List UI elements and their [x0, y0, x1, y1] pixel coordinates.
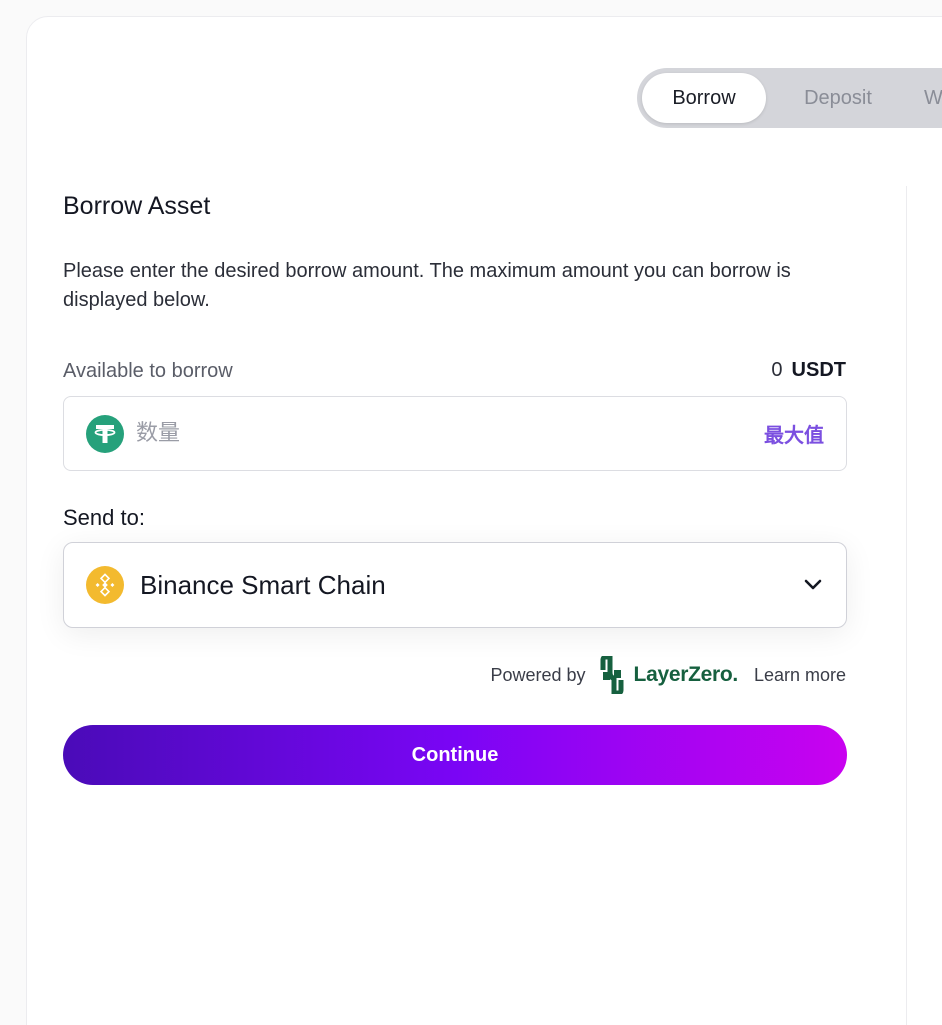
- available-amount: 0: [771, 359, 783, 381]
- send-to-label: Send to:: [63, 505, 145, 530]
- powered-by-label: Powered by: [490, 664, 586, 685]
- available-currency: USDT: [791, 359, 846, 381]
- usdt-icon: [86, 414, 124, 453]
- chain-select[interactable]: Binance Smart Chain: [63, 542, 847, 628]
- max-button[interactable]: 最大值: [764, 419, 824, 448]
- action-tabs: Borrow Deposit W: [637, 68, 942, 128]
- powered-by-row: Powered by LayerZero. Learn more: [490, 656, 846, 694]
- borrow-card: [26, 16, 942, 1025]
- chevron-down-icon: [804, 579, 822, 590]
- section-title: Borrow Asset: [63, 192, 211, 220]
- panel-divider: [906, 186, 907, 1025]
- learn-more-link[interactable]: Learn more: [754, 665, 846, 686]
- available-value: 0 USDT: [771, 359, 846, 382]
- layerzero-logo-icon: [600, 656, 624, 694]
- chain-name: Binance Smart Chain: [140, 569, 386, 600]
- tab-deposit[interactable]: Deposit: [766, 73, 910, 123]
- tab-borrow[interactable]: Borrow: [642, 73, 766, 123]
- layerzero-name: LayerZero.: [633, 663, 739, 686]
- amount-input[interactable]: [136, 421, 764, 446]
- tab-withdraw[interactable]: W: [910, 73, 942, 123]
- available-label: Available to borrow: [63, 360, 233, 382]
- continue-button[interactable]: Continue: [63, 725, 847, 785]
- borrow-description: Please enter the desired borrow amount. …: [63, 260, 791, 311]
- amount-field[interactable]: 最大值: [63, 396, 847, 471]
- bnb-icon: [86, 566, 124, 604]
